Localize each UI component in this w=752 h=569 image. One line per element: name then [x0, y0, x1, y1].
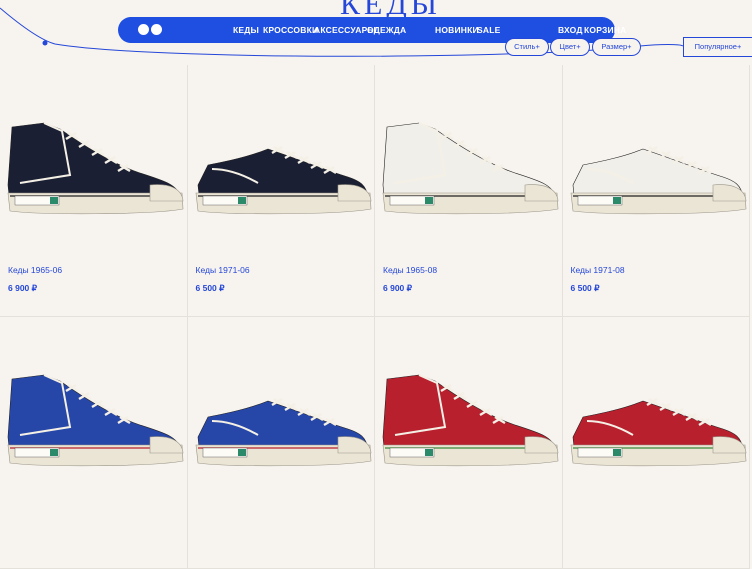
filter-size-button[interactable]: Размер+ — [592, 38, 641, 56]
product-card[interactable] — [0, 317, 188, 569]
nav-krossovki[interactable]: КРОССОВКИ — [263, 25, 318, 35]
product-image[interactable] — [188, 65, 375, 225]
product-card[interactable] — [562, 317, 750, 569]
filter-style-button[interactable]: Стиль+ — [505, 38, 549, 56]
product-image[interactable] — [0, 65, 187, 225]
product-card[interactable] — [375, 317, 563, 569]
product-card[interactable]: Кеды 1971-06 6 500 ₽ — [187, 65, 375, 317]
product-card[interactable]: Кеды 1965-08 6 900 ₽ — [375, 65, 563, 317]
product-image[interactable] — [188, 317, 375, 477]
product-image[interactable] — [375, 317, 562, 477]
product-grid: Кеды 1965-06 6 900 ₽ Кеды 1971-06 6 500 ₽ Ке… — [0, 65, 752, 569]
product-name[interactable]: Кеды 1971-06 — [196, 265, 250, 275]
product-image[interactable] — [563, 65, 750, 225]
product-price: 6 900 ₽ — [383, 283, 413, 293]
product-name[interactable]: Кеды 1965-08 — [383, 265, 437, 275]
product-image[interactable] — [0, 317, 187, 477]
product-image[interactable] — [375, 65, 562, 225]
product-card[interactable] — [187, 317, 375, 569]
nav-login[interactable]: ВХОД — [558, 25, 583, 35]
product-name[interactable]: Кеды 1965-06 — [8, 265, 62, 275]
product-name[interactable]: Кеды 1971-08 — [571, 265, 625, 275]
product-price: 6 500 ₽ — [570, 283, 600, 293]
product-price: 6 500 ₽ — [195, 283, 225, 293]
nav-cart[interactable]: КОРЗИНА — [584, 25, 626, 35]
nav-novinki[interactable]: НОВИНКИ — [435, 25, 479, 35]
product-card[interactable]: Кеды 1971-08 6 500 ₽ — [562, 65, 750, 317]
nav-sale[interactable]: SALE — [477, 25, 500, 35]
product-image[interactable] — [563, 317, 750, 477]
product-card[interactable]: Кеды 1965-06 6 900 ₽ — [0, 65, 188, 317]
logo[interactable] — [138, 24, 162, 35]
product-price: 6 900 ₽ — [8, 283, 38, 293]
sort-dropdown[interactable]: Популярное+ — [683, 37, 752, 57]
nav-odezhda[interactable]: ОДЕЖДА — [367, 25, 406, 35]
nav-kedy[interactable]: КЕДЫ — [233, 25, 259, 35]
filter-color-button[interactable]: Цвет+ — [550, 38, 590, 56]
